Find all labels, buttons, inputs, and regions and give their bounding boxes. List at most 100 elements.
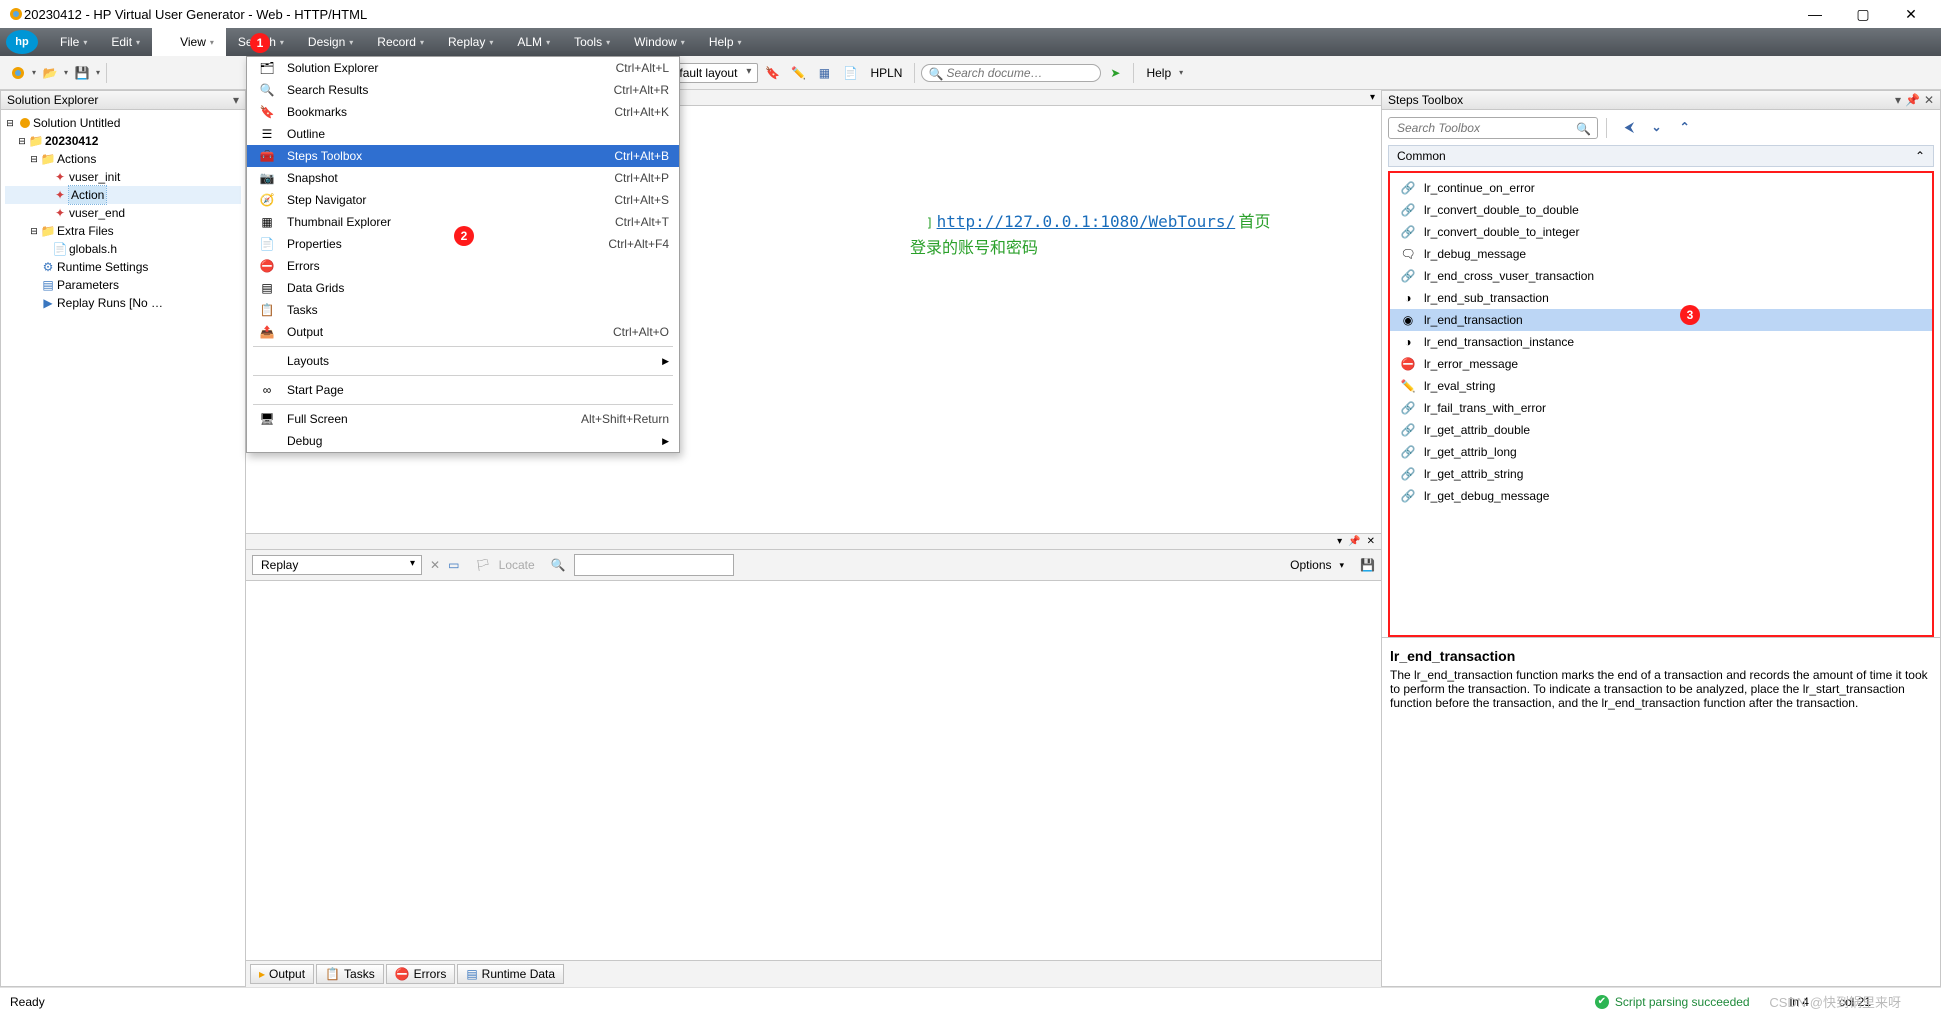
panel-menu-icon[interactable]: ▾: [233, 93, 239, 107]
view-menu-item[interactable]: Layouts▶: [247, 350, 679, 372]
menu-alm[interactable]: ALM▾: [505, 28, 562, 56]
new-script-icon[interactable]: [6, 61, 30, 85]
toolbox-search-input[interactable]: [1397, 121, 1571, 135]
tree-action[interactable]: ✦vuser_init: [5, 168, 241, 186]
prev-icon[interactable]: ⮜: [1625, 120, 1634, 135]
tree-replay-runs[interactable]: ▶Replay Runs [No …: [5, 294, 241, 312]
panel-pin-icon[interactable]: 📌: [1905, 93, 1920, 107]
view-menu-item[interactable]: 🗂Solution ExplorerCtrl+Alt+L: [247, 57, 679, 79]
maximize-button[interactable]: ▢: [1851, 6, 1875, 23]
view-menu-item[interactable]: 🖥Full ScreenAlt+Shift+Return: [247, 408, 679, 430]
search-icon[interactable]: 🔍: [551, 558, 566, 572]
toolbox-search[interactable]: 🔍: [1388, 117, 1598, 139]
view-menu-item[interactable]: ▤Data Grids: [247, 277, 679, 299]
menu-edit[interactable]: Edit▾: [99, 28, 152, 56]
close-button[interactable]: ✕: [1899, 6, 1923, 23]
tree-file[interactable]: 📄globals.h: [5, 240, 241, 258]
view-menu-item[interactable]: 📤OutputCtrl+Alt+O: [247, 321, 679, 343]
menu-replay[interactable]: Replay▾: [436, 28, 505, 56]
doc-search-input[interactable]: [946, 66, 1092, 80]
toolbox-step[interactable]: 🔗lr_convert_double_to_double: [1390, 199, 1932, 221]
aux-pin-icon[interactable]: 📌: [1348, 536, 1360, 547]
menu-window[interactable]: Window▾: [622, 28, 697, 56]
open-icon[interactable]: 📂: [38, 61, 62, 85]
menu-item-label: Errors: [287, 259, 659, 273]
toolbox-step[interactable]: 🔗lr_get_attrib_double: [1390, 419, 1932, 441]
tree-solution[interactable]: ⊟Solution Untitled: [5, 114, 241, 132]
go-icon[interactable]: ➤: [1103, 61, 1127, 85]
flag-icon[interactable]: 🏳: [475, 558, 490, 572]
tree-action[interactable]: ✦Action: [5, 186, 241, 204]
toolbox-step[interactable]: 🔗lr_fail_trans_with_error: [1390, 397, 1932, 419]
tree-actions-folder[interactable]: ⊟📁Actions: [5, 150, 241, 168]
replay-search-input[interactable]: [574, 554, 734, 576]
toolbox-step[interactable]: 🔗lr_convert_double_to_integer: [1390, 221, 1932, 243]
help-link[interactable]: Help: [1140, 66, 1177, 80]
step-icon: 🗨: [1400, 247, 1416, 261]
view-menu-item[interactable]: 🔖BookmarksCtrl+Alt+K: [247, 101, 679, 123]
menu-view[interactable]: View▾: [152, 28, 226, 56]
expand-icon[interactable]: ⌃: [1680, 120, 1690, 135]
hpln-label[interactable]: HPLN: [864, 66, 908, 80]
toolbox-step[interactable]: 🔗lr_get_debug_message: [1390, 485, 1932, 507]
view-menu-item[interactable]: ☰Outline: [247, 123, 679, 145]
panel-close-icon[interactable]: ✕: [1924, 93, 1934, 107]
toolbox-step[interactable]: ◑lr_end_transaction_instance: [1390, 331, 1932, 353]
tree-project[interactable]: ⊟📁20230412: [5, 132, 241, 150]
menu-help[interactable]: Help▾: [697, 28, 754, 56]
code-url[interactable]: http://127.0.0.1:1080/WebTours/: [937, 212, 1236, 231]
toolbox-step[interactable]: 🔗lr_continue_on_error: [1390, 177, 1932, 199]
tab-dropdown-icon[interactable]: ▾: [1370, 92, 1375, 103]
delete-icon[interactable]: ✕: [430, 558, 440, 572]
card-icon[interactable]: ▭: [448, 558, 459, 572]
menu-item-icon: 🖥: [257, 412, 277, 426]
menu-file[interactable]: File▾: [48, 28, 99, 56]
menu-record[interactable]: Record▾: [365, 28, 436, 56]
menu-design[interactable]: Design▾: [296, 28, 365, 56]
view-menu-item[interactable]: Debug▶: [247, 430, 679, 452]
view-menu-item[interactable]: 🔍Search ResultsCtrl+Alt+R: [247, 79, 679, 101]
tree-runtime[interactable]: ⚙Runtime Settings: [5, 258, 241, 276]
toolbox-group-header[interactable]: Common ⌃: [1388, 145, 1934, 167]
aux-menu-icon[interactable]: ▾: [1337, 536, 1342, 547]
tree-extra-folder[interactable]: ⊟📁Extra Files: [5, 222, 241, 240]
options-label[interactable]: Options: [1290, 558, 1331, 572]
toolbox-step[interactable]: ⛔lr_error_message: [1390, 353, 1932, 375]
view-menu-item[interactable]: 📋Tasks: [247, 299, 679, 321]
toolbox-step[interactable]: 🗨lr_debug_message: [1390, 243, 1932, 265]
step-label: lr_get_attrib_long: [1424, 445, 1517, 459]
panel-menu-icon[interactable]: ▾: [1895, 93, 1901, 107]
locate-label[interactable]: Locate: [499, 558, 535, 572]
tree-action[interactable]: ✦vuser_end: [5, 204, 241, 222]
tree-parameters[interactable]: ▤Parameters: [5, 276, 241, 294]
toolbox-step[interactable]: 🔗lr_get_attrib_string: [1390, 463, 1932, 485]
collapse-group-icon[interactable]: ⌃: [1915, 149, 1925, 163]
aux-close-icon[interactable]: ✕: [1367, 536, 1375, 547]
menu-tools[interactable]: Tools▾: [562, 28, 622, 56]
minimize-button[interactable]: —: [1803, 6, 1827, 23]
doc-search[interactable]: 🔍: [921, 64, 1101, 82]
view-menu-item[interactable]: 🧰Steps ToolboxCtrl+Alt+B: [247, 145, 679, 167]
bookmark-icon[interactable]: 🔖: [760, 61, 784, 85]
toolbox-step[interactable]: ✏️lr_eval_string: [1390, 375, 1932, 397]
replay-combo[interactable]: Replay: [252, 555, 422, 575]
tab-runtime-data[interactable]: ▤Runtime Data: [457, 964, 564, 984]
tab-errors[interactable]: ⛔Errors: [386, 964, 456, 984]
apps-icon[interactable]: ▦: [812, 61, 836, 85]
save-icon[interactable]: 💾: [70, 61, 94, 85]
toolbox-step[interactable]: 🔗lr_end_cross_vuser_transaction: [1390, 265, 1932, 287]
toolbox-step[interactable]: ◑lr_end_sub_transaction: [1390, 287, 1932, 309]
view-menu-item[interactable]: 🧭Step NavigatorCtrl+Alt+S: [247, 189, 679, 211]
view-menu-item[interactable]: ∞Start Page: [247, 379, 679, 401]
pencil-icon[interactable]: ✏️: [786, 61, 810, 85]
toolbox-step[interactable]: ◉lr_end_transaction: [1390, 309, 1932, 331]
annotation-badge: 3: [1680, 305, 1700, 325]
view-menu-item[interactable]: ⛔Errors: [247, 255, 679, 277]
tab-tasks[interactable]: 📋Tasks: [316, 964, 384, 984]
collapse-icon[interactable]: ⌄: [1652, 120, 1662, 135]
toolbox-step[interactable]: 🔗lr_get_attrib_long: [1390, 441, 1932, 463]
doc-icon[interactable]: 📄: [838, 61, 862, 85]
tab-output[interactable]: ▸Output: [250, 964, 314, 984]
view-menu-item[interactable]: 📷SnapshotCtrl+Alt+P: [247, 167, 679, 189]
save-output-icon[interactable]: 💾: [1360, 558, 1375, 572]
